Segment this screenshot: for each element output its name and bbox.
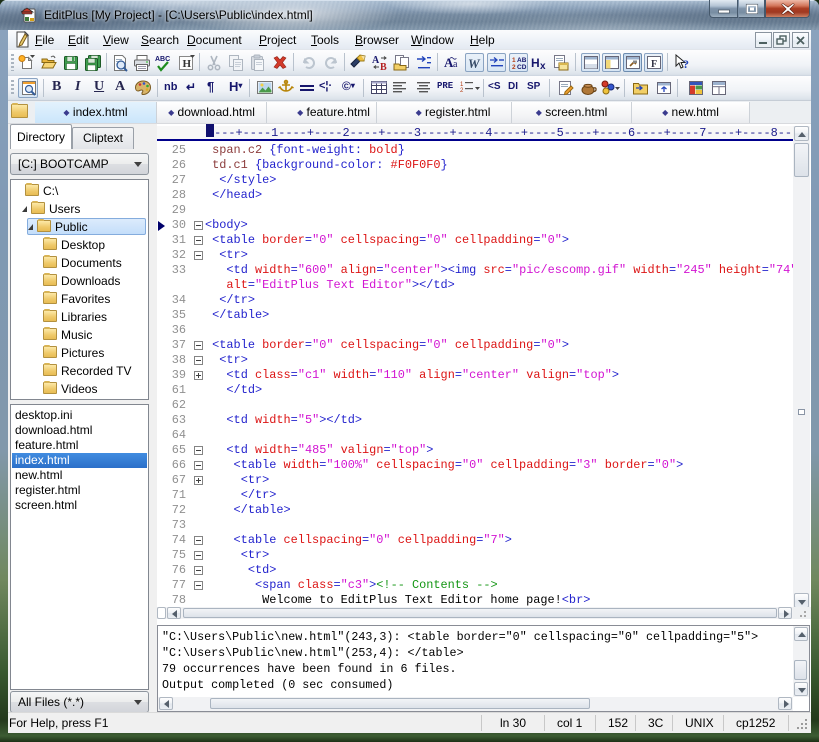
svg-text:?: ? xyxy=(683,57,689,71)
svg-text:2: 2 xyxy=(512,64,516,71)
svg-text:H: H xyxy=(531,56,540,70)
svg-text:B: B xyxy=(380,62,387,72)
svg-text:1: 1 xyxy=(512,57,516,64)
svg-text:A: A xyxy=(372,55,380,66)
svg-text:a: a xyxy=(453,59,458,70)
svg-text:F: F xyxy=(651,59,657,70)
svg-text:H: H xyxy=(183,58,192,70)
svg-text:W: W xyxy=(468,56,481,71)
svg-text:CD: CD xyxy=(517,64,527,71)
svg-text:AB: AB xyxy=(517,57,527,64)
svg-text:x: x xyxy=(540,61,546,72)
svg-text:2: 2 xyxy=(460,88,464,94)
